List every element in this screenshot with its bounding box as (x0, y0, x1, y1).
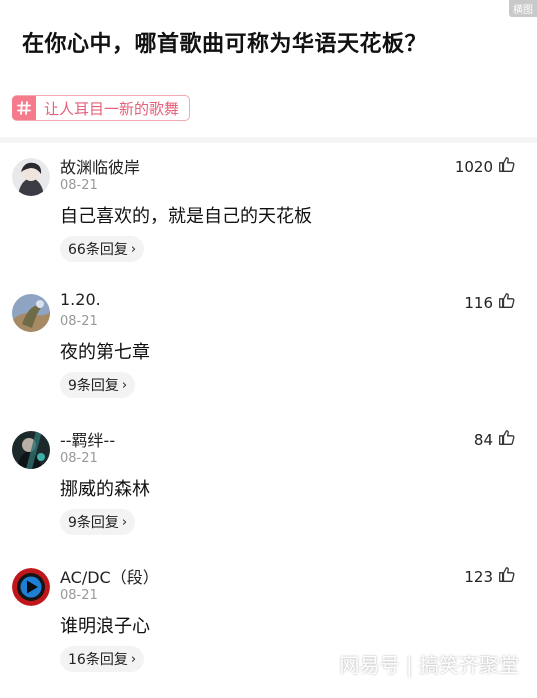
hash-icon (12, 96, 36, 120)
comment-text: 谁明浪子心 (60, 616, 150, 637)
reply-count-label: 9条回复 (68, 515, 119, 531)
comment-text: 自己喜欢的，就是自己的天花板 (60, 206, 312, 227)
reply-count-button[interactable]: 9条回复 › (60, 509, 136, 535)
like-button[interactable]: 1020 (455, 156, 515, 177)
reply-count-label: 9条回复 (68, 378, 119, 394)
like-count: 123 (464, 567, 493, 586)
chevron-right-icon: › (121, 377, 128, 393)
comment-date: 08-21 (60, 314, 98, 329)
username[interactable]: 故渊临彼岸 (60, 154, 140, 178)
comment-item: 1.20. 08-21 夜的第七章 9条回复 › 116 (0, 290, 537, 424)
comment-date: 08-21 (60, 451, 98, 466)
username[interactable]: AC/DC（段） (60, 564, 159, 588)
section-divider (0, 137, 537, 143)
like-count: 84 (473, 430, 493, 449)
like-button[interactable]: 84 (474, 429, 515, 450)
avatar[interactable] (12, 568, 50, 606)
reply-count-button[interactable]: 66条回复 › (60, 236, 145, 262)
username[interactable]: --羁绊-- (60, 427, 115, 451)
comment-text: 夜的第七章 (60, 342, 150, 363)
like-count: 1020 (454, 157, 493, 176)
avatar[interactable] (12, 294, 50, 332)
chevron-right-icon: › (130, 241, 137, 257)
comment-date: 08-21 (60, 178, 98, 193)
topic-label: 让人耳目一新的歌舞 (44, 99, 180, 118)
thumbs-up-icon (498, 156, 515, 177)
comment-item: AC/DC（段） 08-21 谁明浪子心 16条回复 › 123 (0, 566, 537, 698)
comment-item: --羁绊-- 08-21 挪威的森林 9条回复 › 84 (0, 429, 537, 561)
thumbs-up-icon (498, 292, 515, 313)
chevron-right-icon: › (130, 651, 137, 667)
thumbs-up-icon (498, 566, 515, 587)
comment-item: 故渊临彼岸 08-21 自己喜欢的，就是自己的天花板 66条回复 › 1020 (0, 156, 537, 288)
topic-tag[interactable]: 让人耳目一新的歌舞 (12, 95, 191, 121)
reply-count-button[interactable]: 9条回复 › (60, 372, 136, 398)
image-type-tag: 横图 (509, 0, 537, 17)
avatar[interactable] (12, 431, 50, 469)
comment-text: 挪威的森林 (60, 479, 150, 500)
comment-date: 08-21 (60, 588, 98, 603)
reply-count-label: 66条回复 (68, 242, 128, 258)
like-button[interactable]: 123 (464, 566, 515, 587)
page-title: 在你心中，哪首歌曲可称为华语天花板？ (22, 32, 428, 57)
source-watermark: 网易号 | 搞笑齐聚堂 (339, 653, 519, 677)
avatar[interactable] (12, 158, 50, 196)
like-count: 116 (464, 293, 493, 312)
thumbs-up-icon (498, 429, 515, 450)
username[interactable]: 1.20. (60, 290, 101, 309)
chevron-right-icon: › (121, 514, 128, 530)
reply-count-label: 16条回复 (68, 652, 128, 668)
reply-count-button[interactable]: 16条回复 › (60, 646, 145, 672)
like-button[interactable]: 116 (464, 292, 515, 313)
